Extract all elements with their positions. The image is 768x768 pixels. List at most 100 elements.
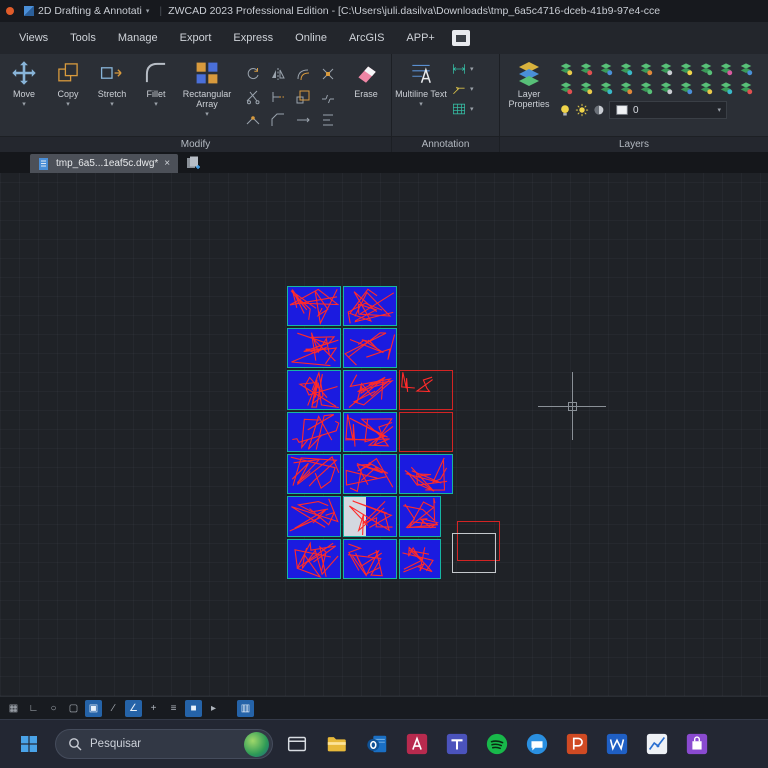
ribbon-tab-online[interactable]: Online xyxy=(284,27,338,49)
ribbon-tab-manage[interactable]: Manage xyxy=(107,27,169,49)
drawing-tile[interactable] xyxy=(287,286,341,326)
layer-dropdown[interactable]: 0 ▾ xyxy=(609,101,727,119)
layer-match-button[interactable] xyxy=(716,59,736,78)
drawing-tile[interactable] xyxy=(287,539,341,579)
layer-walk-button[interactable] xyxy=(556,78,576,97)
ribbon-tab-express[interactable]: Express xyxy=(222,27,284,49)
layer-delete-button[interactable] xyxy=(596,78,616,97)
widgets-weather-icon[interactable] xyxy=(244,732,269,757)
chamfer-button[interactable] xyxy=(265,108,290,131)
layer-current-button[interactable] xyxy=(616,78,636,97)
drawing-tile[interactable] xyxy=(343,328,397,368)
offset-button[interactable] xyxy=(290,62,315,85)
lengthen-button[interactable] xyxy=(290,108,315,131)
drawing-tile[interactable] xyxy=(287,412,341,452)
drawing-tile[interactable] xyxy=(343,370,397,410)
fillet-button[interactable]: Fillet▾ xyxy=(134,58,178,136)
drawing-tile[interactable] xyxy=(399,370,453,410)
erase-button[interactable]: Erase xyxy=(344,58,388,99)
axes-icon[interactable]: ∟ xyxy=(25,700,42,717)
drawing-tile[interactable] xyxy=(287,496,341,537)
word-taskbar-button[interactable] xyxy=(604,731,630,757)
layer-prev-button[interactable] xyxy=(736,59,756,78)
layer-isolate-button[interactable] xyxy=(676,59,696,78)
drawing-tile[interactable] xyxy=(399,539,441,579)
osnap-marker-icon[interactable]: ○ xyxy=(45,700,62,717)
grid-display-icon[interactable]: ▦ xyxy=(5,700,22,717)
drawing-tile[interactable] xyxy=(287,454,341,494)
ribbon-tab-tools[interactable]: Tools xyxy=(59,27,107,49)
drawing-tile[interactable] xyxy=(343,496,397,537)
dyn-input-icon[interactable]: ■ xyxy=(185,700,202,717)
shade-toggle[interactable] xyxy=(592,103,606,117)
drawing-tile[interactable] xyxy=(343,454,397,494)
new-tab-icon[interactable] xyxy=(184,155,202,171)
trim-button[interactable] xyxy=(240,85,265,108)
drawing-canvas[interactable] xyxy=(0,173,768,696)
select-cursor-icon[interactable]: ▸ xyxy=(205,700,222,717)
outlook-taskbar-button[interactable] xyxy=(364,731,390,757)
drawing-tile[interactable] xyxy=(399,496,441,537)
layer-unisolate-button[interactable] xyxy=(696,59,716,78)
otrack-icon[interactable]: + xyxy=(145,700,162,717)
chat-taskbar-button[interactable] xyxy=(524,731,550,757)
ribbon-tab-export[interactable]: Export xyxy=(169,27,223,49)
drawing-tile[interactable] xyxy=(399,454,453,494)
layer-translate-button[interactable] xyxy=(696,78,716,97)
layer-copy-button[interactable] xyxy=(636,78,656,97)
copy-button[interactable]: Copy▾ xyxy=(46,58,90,136)
chart-app-taskbar-button[interactable] xyxy=(644,731,670,757)
layer-unlock-button[interactable] xyxy=(656,59,676,78)
window-taskbar-button[interactable] xyxy=(284,731,310,757)
teams-taskbar-button[interactable] xyxy=(444,731,470,757)
layer-merge-button[interactable] xyxy=(576,78,596,97)
powerpoint-taskbar-button[interactable] xyxy=(564,731,590,757)
align-button[interactable] xyxy=(315,108,340,131)
stretch-button[interactable]: Stretch▾ xyxy=(90,58,134,136)
join-button[interactable] xyxy=(240,108,265,131)
drawing-tile[interactable] xyxy=(343,286,397,326)
layer-new-button[interactable] xyxy=(656,78,676,97)
close-tab-icon[interactable]: × xyxy=(163,158,171,169)
layer-freeze-all-button[interactable] xyxy=(716,78,736,97)
scale-button[interactable] xyxy=(290,85,315,108)
ribbon-tab-arcgis[interactable]: ArcGIS xyxy=(338,27,395,49)
ortho-icon[interactable]: ∕ xyxy=(105,700,122,717)
table-button[interactable]: ▾ xyxy=(448,100,477,118)
ribbon-tab-views[interactable]: Views xyxy=(8,27,59,49)
store-taskbar-button[interactable] xyxy=(684,731,710,757)
polar-icon[interactable]: ∠ xyxy=(125,700,142,717)
explode-button[interactable] xyxy=(315,62,340,85)
layer-properties-button[interactable]: Layer Properties xyxy=(502,58,556,109)
annoscale-icon[interactable]: ▥ xyxy=(237,700,254,717)
lwt-icon[interactable]: ≡ xyxy=(165,700,182,717)
drawing-tile[interactable] xyxy=(287,328,341,368)
linear-dim-button[interactable]: ▾ xyxy=(448,60,477,78)
bulb-toggle[interactable] xyxy=(558,103,572,117)
layer-off-button[interactable] xyxy=(576,59,596,78)
file-explorer-taskbar-button[interactable] xyxy=(324,731,350,757)
leader-button[interactable]: ▾ xyxy=(448,80,477,98)
drawing-tile[interactable] xyxy=(399,412,453,452)
break-button[interactable] xyxy=(315,85,340,108)
grid-icon[interactable]: ▣ xyxy=(85,700,102,717)
mirror-button[interactable] xyxy=(265,62,290,85)
drawing-tile[interactable] xyxy=(287,370,341,410)
start-button[interactable] xyxy=(14,729,44,759)
ribbon-tab-app[interactable]: APP+ xyxy=(395,27,445,49)
layer-restore-button[interactable] xyxy=(676,78,696,97)
move-button[interactable]: Move▾ xyxy=(2,58,46,136)
extend-button[interactable] xyxy=(265,85,290,108)
multiline-text-button[interactable]: Multiline Text ▾ xyxy=(394,58,448,110)
workspace-switcher[interactable]: 2D Drafting & Annotati ▾ xyxy=(20,4,153,18)
drawing-tile[interactable] xyxy=(343,412,397,452)
panel-toggle-icon[interactable] xyxy=(452,30,470,46)
document-tab[interactable]: tmp_6a5...1eaf5c.dwg* × xyxy=(30,154,178,173)
drawing-tile[interactable] xyxy=(343,539,397,579)
layer-lock-button[interactable] xyxy=(636,59,656,78)
drawing-tile[interactable] xyxy=(452,533,496,573)
layer-freeze-button[interactable] xyxy=(596,59,616,78)
spotify-taskbar-button[interactable] xyxy=(484,731,510,757)
access-taskbar-button[interactable] xyxy=(404,731,430,757)
layer-thaw-button[interactable] xyxy=(616,59,636,78)
